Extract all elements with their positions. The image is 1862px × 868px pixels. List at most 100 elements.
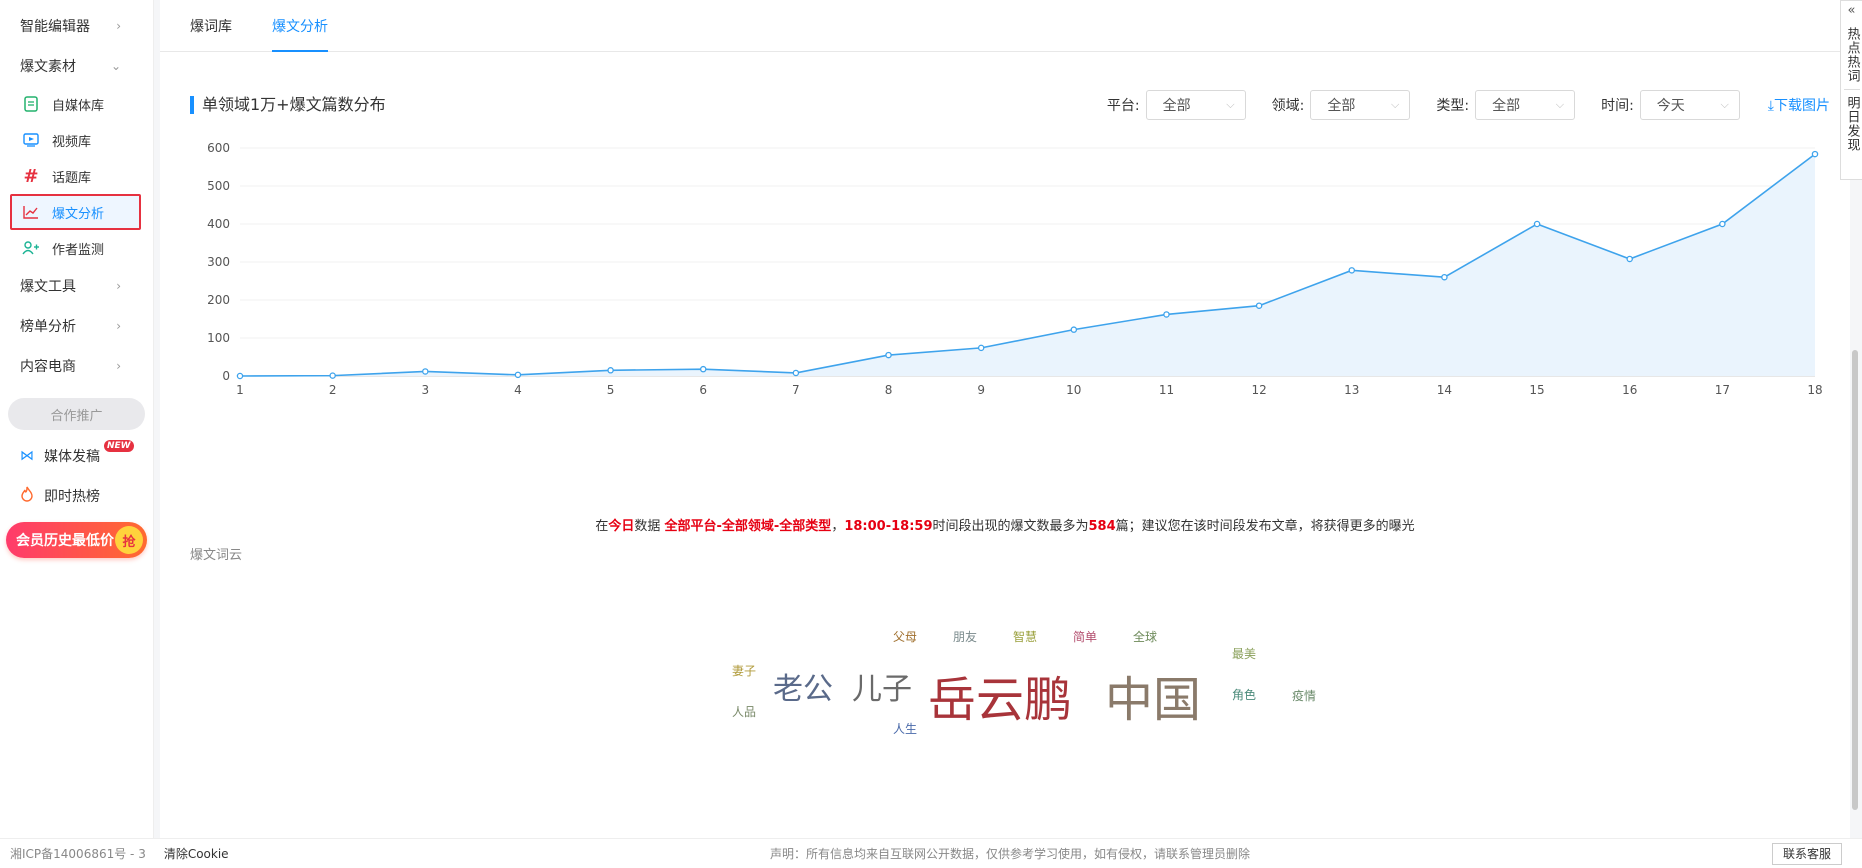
- data-point: [1070, 326, 1078, 333]
- x-tick-label: 15: [1529, 383, 1544, 397]
- data-point: [885, 351, 892, 359]
- summary-part: 数据: [634, 519, 665, 534]
- cloud-word[interactable]: 岳云鹏: [928, 660, 1072, 730]
- hot-ranking-link[interactable]: 即时热榜: [0, 476, 153, 516]
- sidebar-item-label: 爆文分析: [52, 206, 105, 222]
- y-tick-label: 300: [207, 255, 230, 269]
- tab-bar: 爆词库 爆文分析: [160, 0, 1850, 52]
- viral-distribution-chart: 0 100 200 300 400 500 600 1 2 3 4 5 6 7 8 9 10 11 12 13 14 15…: [160, 140, 1850, 480]
- sidebar-item-author-monitor[interactable]: 作者监测: [0, 230, 153, 266]
- filter-bar: 平台: 全部 ⌵ 领域: 全部 ⌵ 类型: 全部 ⌵ 时间: 今天 ⌵ ⤓下载图…: [1081, 90, 1830, 120]
- scrollbar-thumb[interactable]: [1852, 350, 1858, 810]
- nav-group-label: 内容电商: [20, 359, 76, 375]
- cloud-word[interactable]: 妻子: [732, 662, 756, 679]
- new-badge: NEW: [104, 440, 134, 452]
- promo-label: 合作推广: [50, 408, 103, 424]
- time-select[interactable]: 今天 ⌵: [1639, 90, 1740, 120]
- hot-ranking-label: 即时热榜: [44, 489, 100, 505]
- collapse-icon[interactable]: «: [1848, 1, 1856, 21]
- sidebar-item-label: 自媒体库: [52, 98, 105, 114]
- domain-select[interactable]: 全部 ⌵: [1310, 90, 1411, 120]
- data-point: [514, 371, 522, 379]
- domain-filter-label: 领域:: [1271, 98, 1305, 114]
- cloud-word[interactable]: 疫情: [1292, 687, 1316, 704]
- icp-record[interactable]: 湘ICP备14006861号 - 3: [10, 845, 146, 862]
- cooperation-promo-button[interactable]: 合作推广: [8, 398, 145, 430]
- summary-text: 在今日数据 全部平台-全部领域-全部类型，18:00-18:59时间段出现的爆文…: [160, 515, 1850, 534]
- summary-part: ，: [831, 519, 845, 534]
- nav-group-label: 榜单分析: [20, 319, 76, 335]
- cloud-word[interactable]: 老公: [773, 664, 833, 708]
- document-icon: [22, 95, 40, 113]
- x-tick-label: 11: [1159, 383, 1174, 397]
- cloud-word[interactable]: 朋友: [953, 628, 977, 645]
- cloud-word[interactable]: 最美: [1232, 645, 1256, 662]
- data-point: [607, 367, 614, 374]
- chevron-right-icon: ›: [116, 359, 121, 373]
- chevron-down-icon: ⌄: [110, 59, 121, 73]
- media-release-label: 媒体发稿: [44, 449, 100, 465]
- line-chart-icon: [22, 203, 40, 221]
- chevron-down-icon: ⌵: [1720, 98, 1729, 111]
- platform-filter-label: 平台:: [1106, 98, 1140, 114]
- x-tick-label: 12: [1251, 383, 1266, 397]
- add-user-icon: [22, 239, 40, 257]
- x-tick-label: 10: [1066, 383, 1081, 397]
- cloud-word[interactable]: 人生: [893, 720, 917, 737]
- download-image-link[interactable]: ⤓下载图片: [1768, 95, 1830, 115]
- cloud-word[interactable]: 人品: [732, 703, 756, 720]
- sidebar-item-media-library[interactable]: 自媒体库: [0, 86, 153, 122]
- main-content: 爆词库 爆文分析 单领域1万+爆文篇数分布 平台: 全部 ⌵ 领域: 全部 ⌵ …: [160, 0, 1850, 838]
- data-point: [1533, 220, 1541, 228]
- domain-select-value: 全部: [1327, 98, 1356, 114]
- y-tick-label: 200: [207, 293, 230, 307]
- disclaimer-text: 声明：所有信息均来自互联网公开数据，仅供参考学习使用，如有侵权，请联系管理员删除: [770, 847, 1251, 861]
- tab-viral-analysis[interactable]: 爆文分析: [272, 0, 328, 52]
- cloud-word[interactable]: 儿子: [852, 664, 912, 708]
- flame-icon: [20, 486, 34, 506]
- chevron-down-icon: ⌵: [1391, 98, 1400, 111]
- nav-group-smart-editor[interactable]: 智能编辑器 ›: [0, 6, 153, 46]
- nav-group-content-ecommerce[interactable]: 内容电商 ›: [0, 346, 153, 386]
- cloud-word[interactable]: 全球: [1133, 628, 1157, 645]
- chevron-down-icon: ⌵: [1226, 98, 1235, 111]
- media-release-link[interactable]: ⋈ 媒体发稿 NEW: [0, 436, 153, 476]
- summary-part: 时间段出现的爆文数最多为: [932, 519, 1089, 534]
- type-select[interactable]: 全部 ⌵: [1475, 90, 1576, 120]
- nav-group-viral-tools[interactable]: 爆文工具 ›: [0, 266, 153, 306]
- summary-part: 篇；建议您在该时间段发布文章，将获得更多的曝光: [1115, 519, 1415, 534]
- platform-select[interactable]: 全部 ⌵: [1145, 90, 1246, 120]
- clear-cookie-link[interactable]: 清除Cookie: [164, 845, 229, 862]
- x-tick-label: 1: [236, 383, 244, 397]
- tab-viral-words[interactable]: 爆词库: [190, 0, 232, 51]
- vip-lowest-price-banner[interactable]: 会员历史最低价 抢: [6, 522, 147, 558]
- data-point: [236, 372, 244, 380]
- data-point: [1255, 302, 1263, 309]
- sidebar-item-topic-library[interactable]: # 话题库: [0, 158, 153, 194]
- cloud-word[interactable]: 简单: [1073, 628, 1097, 645]
- hot-words-tab[interactable]: 热点热词: [1845, 21, 1860, 89]
- type-select-value: 全部: [1492, 98, 1521, 114]
- cloud-word[interactable]: 中国: [1105, 660, 1201, 730]
- nav-group-viral-material[interactable]: 爆文素材 ⌄: [0, 46, 153, 86]
- nav-group-ranking-analysis[interactable]: 榜单分析 ›: [0, 306, 153, 346]
- x-tick-label: 8: [885, 383, 893, 397]
- x-tick-label: 3: [421, 383, 429, 397]
- type-filter-label: 类型:: [1436, 98, 1470, 114]
- cloud-word[interactable]: 智慧: [1013, 628, 1037, 645]
- tomorrow-discovery-tab[interactable]: 明日发现: [1845, 90, 1860, 158]
- sidebar-item-video-library[interactable]: 视频库: [0, 122, 153, 158]
- x-tick-label: 13: [1344, 383, 1359, 397]
- summary-today: 今日: [608, 519, 635, 534]
- platform-select-value: 全部: [1162, 98, 1191, 114]
- word-cloud: 父母 朋友 智慧 简单 全球 最美 妻子 老公 儿子 岳云鹏 中国 角色 疫情 …: [160, 560, 1850, 760]
- sidebar-item-viral-analysis[interactable]: 爆文分析: [10, 194, 141, 230]
- sidebar-item-label: 话题库: [52, 170, 92, 186]
- data-point: [1163, 311, 1170, 318]
- data-point: [1441, 273, 1448, 281]
- chevron-right-icon: ›: [116, 19, 121, 33]
- x-tick-label: 2: [329, 383, 337, 397]
- cloud-word[interactable]: 父母: [893, 628, 917, 645]
- cloud-word[interactable]: 角色: [1232, 686, 1256, 703]
- contact-support-button[interactable]: 联系客服: [1771, 843, 1842, 865]
